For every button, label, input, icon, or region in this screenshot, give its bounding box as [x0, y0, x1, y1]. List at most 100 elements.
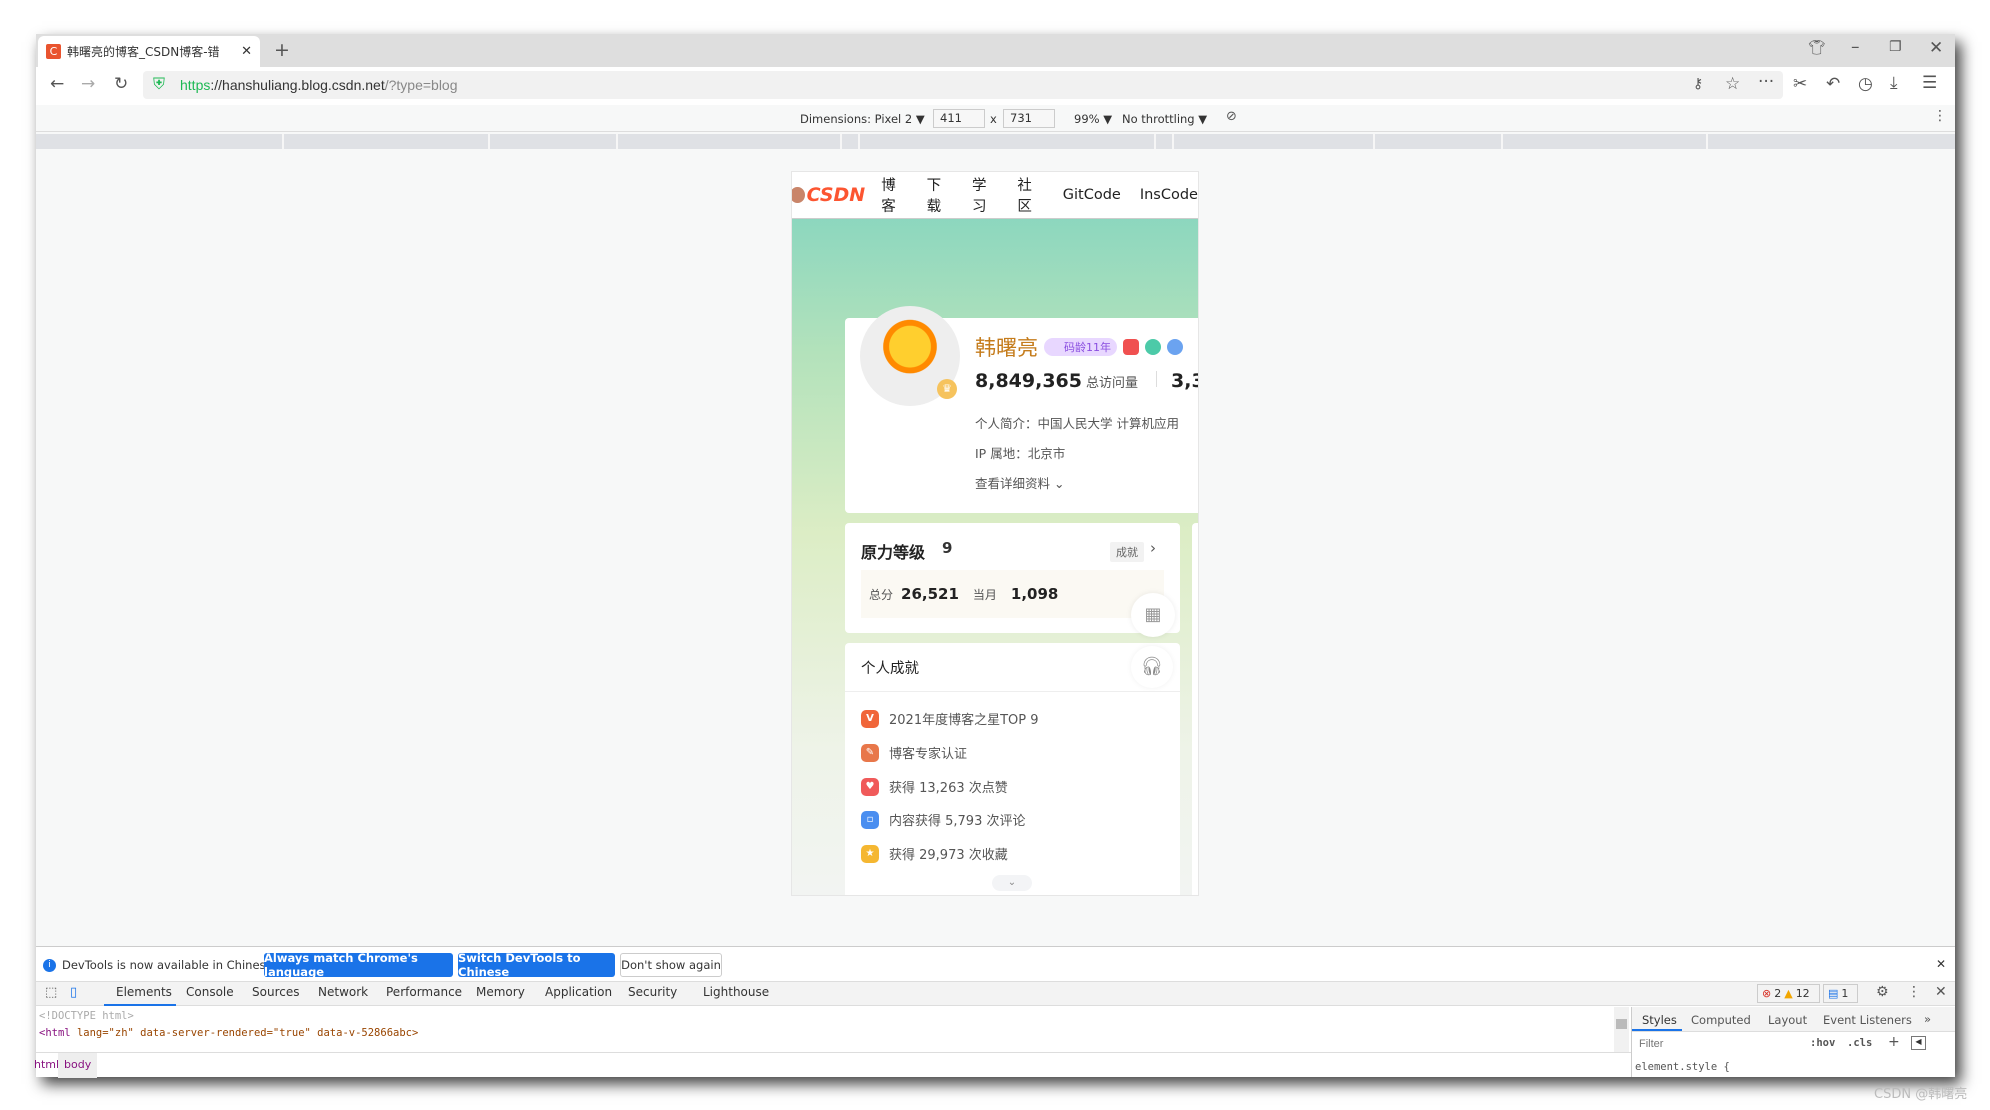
achievement-text: 获得 29,973 次收藏 — [889, 848, 1008, 863]
device-toggle-icon[interactable]: ▯ — [70, 985, 77, 1000]
element-style-rule[interactable]: element.style { — [1635, 1061, 1730, 1073]
tab-console[interactable]: Console — [186, 985, 234, 999]
close-tab-icon[interactable]: ✕ — [241, 44, 252, 59]
details-link[interactable]: 查看详细资料 ⌄ — [975, 473, 1064, 492]
achievement-item: ✎ 博客专家认证 — [861, 743, 967, 762]
headset-button[interactable]: 🎧︎ — [1131, 646, 1173, 688]
avatar[interactable]: ♛ — [860, 306, 960, 406]
chevron-right-icon[interactable]: › — [1150, 539, 1156, 557]
csdn-logo[interactable]: CSDN — [807, 184, 866, 206]
second-stat: 3,34 — [1171, 370, 1198, 392]
dimension-separator: x — [990, 112, 997, 126]
rotate-icon[interactable]: ⊘ — [1226, 110, 1237, 123]
history-clock-icon[interactable]: ◷ — [1858, 76, 1873, 93]
minimize-icon[interactable]: – — [1851, 39, 1860, 56]
tab-layout[interactable]: Layout — [1768, 1013, 1807, 1027]
tab-computed[interactable]: Computed — [1691, 1013, 1751, 1027]
tab-security[interactable]: Security — [628, 985, 677, 999]
profile-card: ♛ 韩曙亮 码龄11年 8,849,365 总访问量 3,34 个人简介：中国人… — [845, 306, 1198, 513]
key-icon[interactable]: ⚷ — [1693, 77, 1703, 91]
device-select[interactable]: Dimensions: Pixel 2 ▼ — [800, 112, 925, 126]
new-tab-icon[interactable]: + — [274, 41, 290, 60]
zoom-select[interactable]: 99% ▼ — [1074, 112, 1112, 126]
undo-icon[interactable]: ↶ — [1826, 76, 1840, 93]
mobile-viewport: CSDN 博客 下载 学习 社区 GitCode InsCode ♛ 韩曙亮 码… — [791, 171, 1199, 896]
always-match-language-button[interactable]: Always match Chrome's language — [264, 951, 453, 979]
nav-community[interactable]: 社区 — [1017, 174, 1043, 216]
tab-elements[interactable]: Elements — [116, 985, 172, 999]
browser-window: C 韩曙亮的博客_CSDN博客-错 ✕ + 👕︎ – ❐ ✕ ← → ↻ ⛨ h… — [34, 34, 1955, 1078]
browser-tab[interactable]: C 韩曙亮的博客_CSDN博客-错 ✕ — [38, 36, 260, 67]
scissors-icon[interactable]: ✂ — [1793, 76, 1807, 93]
url-text: https://hanshuliang.blog.csdn.net/?type=… — [180, 77, 458, 93]
tab-lighthouse[interactable]: Lighthouse — [703, 985, 769, 999]
info-icon: i — [43, 959, 56, 972]
messages-counter[interactable]: ▤ 1 — [1823, 984, 1858, 1003]
tab-application[interactable]: Application — [545, 985, 612, 999]
code-doctype[interactable]: <!DOCTYPE html> — [39, 1010, 134, 1022]
code-html-tag[interactable]: <html lang="zh" data-server-rendered="tr… — [39, 1027, 418, 1039]
close-infobar-icon[interactable]: ✕ — [1936, 957, 1946, 971]
gender-badge-icon — [1167, 339, 1183, 355]
url-bar[interactable]: ⛨ https://hanshuliang.blog.csdn.net/?typ… — [143, 71, 1783, 99]
close-devtools-icon[interactable]: ✕ — [1935, 984, 1947, 1000]
switch-to-chinese-button[interactable]: Switch DevTools to Chinese — [458, 951, 615, 979]
tab-performance[interactable]: Performance — [386, 985, 462, 999]
url-host: ://hanshuliang.blog.csdn.net — [210, 77, 385, 93]
more-tabs-icon[interactable]: » — [1924, 1012, 1931, 1026]
class-toggle[interactable]: .cls — [1847, 1037, 1872, 1049]
device-kebab-icon[interactable]: ⋮ — [1933, 109, 1947, 123]
nav-learn[interactable]: 学习 — [972, 174, 998, 216]
qr-code-button[interactable]: ▦ — [1131, 593, 1175, 637]
breadcrumb-html[interactable]: html — [34, 1058, 59, 1071]
download-icon[interactable]: ⤓ — [1890, 75, 1898, 92]
chevron-down-icon: ⌄ — [1050, 476, 1065, 491]
bookmark-star-icon[interactable]: ☆ — [1725, 76, 1740, 93]
comment-icon: ▫ — [861, 810, 879, 829]
issues-counter[interactable]: ⊗ 2 ▲ 12 — [1757, 984, 1820, 1003]
tab-event-listeners[interactable]: Event Listeners — [1823, 1013, 1912, 1027]
forward-icon[interactable]: → — [81, 76, 95, 93]
height-input[interactable]: 731 — [1003, 109, 1055, 128]
stat-divider — [1156, 371, 1157, 387]
tab-memory[interactable]: Memory — [476, 985, 525, 999]
reload-icon[interactable]: ↻ — [114, 76, 128, 93]
achievement-item: V 2021年度博客之星TOP 9 — [861, 709, 1039, 728]
elements-scrollbar[interactable] — [1614, 1007, 1629, 1052]
toggle-sidebar-icon[interactable]: ◀ — [1911, 1036, 1926, 1050]
settings-gear-icon[interactable]: ⚙ — [1876, 984, 1889, 1000]
month-score: 1,098 — [1010, 585, 1059, 603]
nav-gitcode[interactable]: GitCode — [1063, 187, 1121, 203]
code-age-badge: 码龄11年 — [1044, 338, 1117, 356]
new-rule-icon[interactable]: + — [1888, 1034, 1900, 1050]
breadcrumb-body[interactable]: body — [58, 1053, 98, 1078]
achievements-button[interactable]: 成就 — [1110, 542, 1144, 562]
nav-blog[interactable]: 博客 — [881, 174, 907, 216]
more-dots-icon[interactable]: ··· — [1758, 74, 1774, 91]
menu-icon[interactable]: ☰ — [1922, 75, 1937, 92]
width-input[interactable]: 411 — [933, 109, 985, 128]
devtools-kebab-icon[interactable]: ⋮ — [1907, 984, 1921, 1000]
achievement-item: ♥ 获得 13,263 次点赞 — [861, 777, 1008, 796]
back-icon[interactable]: ← — [50, 76, 64, 93]
inspect-element-icon[interactable]: ⬚ — [45, 985, 57, 1000]
close-window-icon[interactable]: ✕ — [1929, 40, 1943, 57]
secure-shield-icon: ⛨ — [153, 74, 166, 93]
month-label: 当月 — [972, 587, 997, 602]
expand-chevron-button[interactable]: ⌄ — [992, 875, 1032, 891]
throttling-select[interactable]: No throttling ▼ — [1122, 112, 1207, 126]
message-icon: ▤ — [1828, 987, 1839, 1000]
shirt-icon[interactable]: 👕︎ — [1808, 41, 1826, 55]
error-icon: ⊗ — [1762, 987, 1772, 1000]
restore-icon[interactable]: ❐ — [1889, 40, 1902, 54]
dont-show-again-button[interactable]: Don't show again — [620, 953, 722, 977]
tab-sources[interactable]: Sources — [252, 985, 299, 999]
media-query-ruler[interactable] — [36, 134, 1955, 149]
tab-styles[interactable]: Styles — [1642, 1013, 1677, 1027]
hover-state-toggle[interactable]: :hov — [1810, 1037, 1835, 1049]
nav-download[interactable]: 下载 — [927, 174, 953, 216]
styles-filter-input[interactable] — [1635, 1034, 1803, 1054]
nav-inscode[interactable]: InsCode — [1140, 187, 1198, 203]
device-toolbar: Dimensions: Pixel 2 ▼ 411 x 731 99% ▼ No… — [36, 105, 1955, 132]
tab-network[interactable]: Network — [318, 985, 368, 999]
